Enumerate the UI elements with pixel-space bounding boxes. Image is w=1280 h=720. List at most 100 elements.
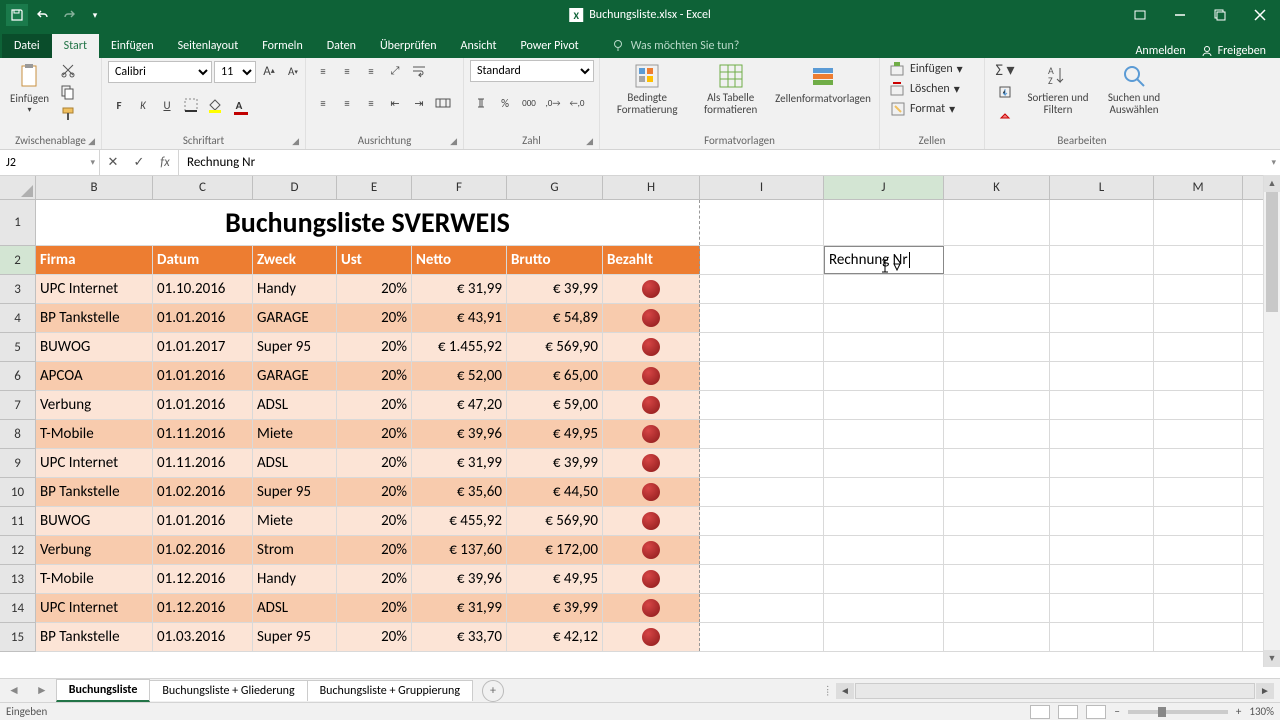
data-cell[interactable]: € 39,96	[412, 565, 507, 593]
cell[interactable]	[700, 594, 824, 622]
cell[interactable]	[1050, 246, 1154, 274]
cell[interactable]	[700, 304, 824, 332]
tab-daten[interactable]: Daten	[315, 34, 368, 58]
orientation-icon[interactable]: ⤢	[384, 61, 406, 81]
cell[interactable]	[944, 391, 1050, 419]
data-cell[interactable]: 20%	[337, 449, 412, 477]
maximize-icon[interactable]	[1200, 0, 1240, 30]
find-select-button[interactable]: Suchen und Auswählen	[1097, 60, 1171, 118]
border-icon[interactable]	[180, 95, 202, 115]
data-cell[interactable]	[603, 333, 700, 361]
data-cell[interactable]	[603, 507, 700, 535]
bold-button[interactable]: F	[108, 95, 130, 115]
font-name-select[interactable]: Calibri	[108, 61, 212, 83]
cell[interactable]	[944, 275, 1050, 303]
data-cell[interactable]: GARAGE	[253, 362, 337, 390]
column-header[interactable]: H	[603, 176, 700, 199]
cell[interactable]	[700, 449, 824, 477]
column-header[interactable]: D	[253, 176, 337, 199]
data-cell[interactable]: Super 95	[253, 333, 337, 361]
column-header[interactable]: B	[36, 176, 153, 199]
data-cell[interactable]: 01.01.2017	[153, 333, 253, 361]
cell[interactable]	[700, 565, 824, 593]
normal-view-icon[interactable]	[1030, 705, 1050, 719]
data-cell[interactable]: € 31,99	[412, 594, 507, 622]
cell[interactable]	[700, 362, 824, 390]
paste-button[interactable]: Einfügen ▾	[6, 60, 53, 117]
data-cell[interactable]: 01.12.2016	[153, 594, 253, 622]
delete-cells-button[interactable]: Löschen ▾	[886, 80, 964, 98]
column-header[interactable]: M	[1154, 176, 1243, 199]
vertical-scrollbar[interactable]: ▲ ▼	[1263, 175, 1280, 667]
cell[interactable]	[1154, 623, 1243, 651]
data-cell[interactable]	[603, 536, 700, 564]
data-cell[interactable]: GARAGE	[253, 304, 337, 332]
column-header[interactable]: E	[337, 176, 412, 199]
font-size-select[interactable]: 11	[214, 61, 256, 83]
zoom-in-icon[interactable]: +	[1236, 705, 1241, 718]
cell[interactable]	[944, 362, 1050, 390]
table-header-cell[interactable]: Netto	[412, 246, 507, 274]
data-cell[interactable]: € 39,99	[507, 449, 603, 477]
format-cells-button[interactable]: Format ▾	[886, 100, 959, 118]
row-header[interactable]: 13	[0, 565, 36, 594]
fill-color-icon[interactable]	[204, 95, 226, 115]
data-cell[interactable]: 01.03.2016	[153, 623, 253, 651]
name-box[interactable]: J2	[0, 150, 100, 175]
cell[interactable]	[824, 362, 944, 390]
cell[interactable]	[1154, 594, 1243, 622]
column-header[interactable]: G	[507, 176, 603, 199]
decrease-decimal-icon[interactable]: ←,0	[566, 93, 588, 113]
data-cell[interactable]: ADSL	[253, 449, 337, 477]
table-header-cell[interactable]: Ust	[337, 246, 412, 274]
data-cell[interactable]: T-Mobile	[36, 420, 153, 448]
cell[interactable]	[700, 420, 824, 448]
cell[interactable]	[824, 420, 944, 448]
data-cell[interactable]: € 569,90	[507, 333, 603, 361]
tab-powerpivot[interactable]: Power Pivot	[509, 34, 591, 58]
data-cell[interactable]: 01.02.2016	[153, 536, 253, 564]
tab-file[interactable]: Datei	[2, 34, 52, 58]
data-cell[interactable]: UPC Internet	[36, 449, 153, 477]
cell[interactable]	[824, 275, 944, 303]
wrap-text-icon[interactable]	[408, 61, 430, 81]
cell[interactable]	[1050, 275, 1154, 303]
data-cell[interactable]: € 31,99	[412, 449, 507, 477]
comma-icon[interactable]: 000	[518, 93, 540, 113]
redo-icon[interactable]	[58, 4, 80, 26]
data-cell[interactable]: Handy	[253, 565, 337, 593]
data-cell[interactable]: € 39,96	[412, 420, 507, 448]
cell[interactable]	[1050, 565, 1154, 593]
cell[interactable]	[824, 391, 944, 419]
tab-formeln[interactable]: Formeln	[250, 34, 314, 58]
italic-button[interactable]: K	[132, 95, 154, 115]
data-cell[interactable]	[603, 449, 700, 477]
data-cell[interactable]: € 52,00	[412, 362, 507, 390]
row-header[interactable]: 2	[0, 246, 36, 275]
data-cell[interactable]: UPC Internet	[36, 594, 153, 622]
cell[interactable]	[824, 304, 944, 332]
page-break-view-icon[interactable]	[1086, 705, 1106, 719]
cancel-edit-icon[interactable]: ✕	[100, 155, 126, 170]
sign-in[interactable]: Anmelden	[1135, 44, 1185, 58]
cell[interactable]	[944, 200, 1050, 245]
decrease-indent-icon[interactable]: ⇤	[384, 93, 406, 113]
cell[interactable]	[1050, 536, 1154, 564]
dialog-launcher-icon[interactable]: ◢	[88, 136, 95, 147]
confirm-edit-icon[interactable]: ✓	[126, 155, 152, 170]
data-cell[interactable]: € 54,89	[507, 304, 603, 332]
zoom-out-icon[interactable]: −	[1114, 705, 1119, 718]
cell[interactable]	[1050, 304, 1154, 332]
increase-font-icon[interactable]: A▴	[258, 61, 280, 81]
dialog-launcher-icon[interactable]: ◢	[292, 136, 299, 147]
cell[interactable]	[824, 623, 944, 651]
data-cell[interactable]: Handy	[253, 275, 337, 303]
data-cell[interactable]	[603, 362, 700, 390]
scroll-right-icon[interactable]: ►	[1256, 683, 1274, 699]
cell[interactable]	[824, 333, 944, 361]
table-header-cell[interactable]: Bezahlt	[603, 246, 700, 274]
cell[interactable]	[1050, 623, 1154, 651]
cell[interactable]	[700, 200, 824, 245]
data-cell[interactable]: Verbung	[36, 536, 153, 564]
cell[interactable]	[1154, 536, 1243, 564]
